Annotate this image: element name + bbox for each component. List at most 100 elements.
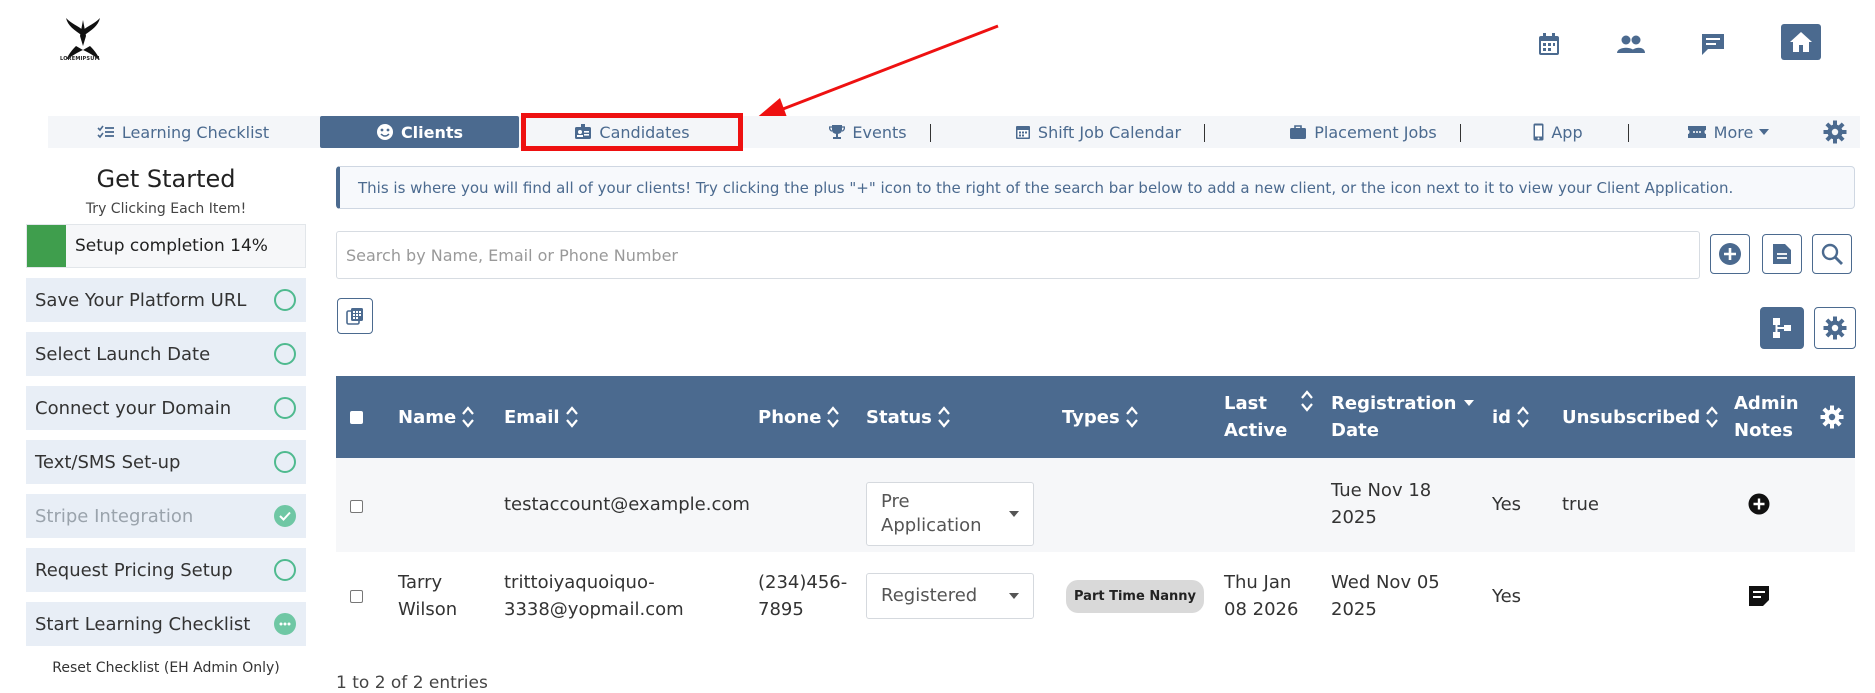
tab-label: Clients [400,122,464,142]
add-client-button[interactable] [1710,234,1750,274]
home-button[interactable] [1781,24,1821,60]
search-placeholder: Search by Name, Email or Phone Number [346,245,678,265]
cell-id: Yes [1492,585,1522,607]
plus-circle-icon [1748,493,1770,515]
column-header-email[interactable]: Email [504,376,578,458]
tab-events[interactable]: Events [778,116,958,148]
setup-progress-bar: Setup completion 14% [26,224,306,268]
sort-icon [565,406,578,428]
ellipsis-circle-icon [274,613,296,635]
row-checkbox[interactable] [350,462,363,550]
column-header-id[interactable]: id [1492,376,1529,458]
view-note-button[interactable] [1748,552,1770,640]
sort-icon [938,406,950,428]
people-icon[interactable] [1617,30,1645,58]
export-button[interactable] [337,298,373,334]
tab-divider [1460,124,1461,142]
trophy-icon [829,125,846,139]
row-checkbox[interactable] [350,552,363,640]
main-nav: Learning Checklist Clients Candidates Ev… [48,116,1860,148]
progress-fill [27,225,66,267]
status-select[interactable]: Pre Application [866,482,1034,546]
column-header-last-active[interactable]: Last Active [1224,376,1314,458]
cell-email: testaccount@example.com [504,493,750,515]
sort-icon [1301,390,1314,412]
column-label: Types [1062,406,1120,428]
client-application-button[interactable] [1762,234,1802,274]
column-label: Email [504,406,560,428]
tab-placement-jobs[interactable]: Placement Jobs [1243,116,1483,148]
gear-icon [1823,316,1847,340]
tab-label: Candidates [599,122,690,142]
briefcase-icon [1290,125,1307,139]
nav-settings-button[interactable] [1822,116,1854,148]
tab-more[interactable]: More [1668,116,1788,148]
checklist-item-connect-domain[interactable]: Connect your Domain [26,386,306,430]
checklist-item-learning[interactable]: Start Learning Checklist [26,602,306,646]
column-settings-button[interactable] [1820,376,1844,458]
empty-circle-icon [274,343,296,365]
document-icon [1773,244,1791,264]
plus-circle-icon [1719,243,1741,265]
tab-clients[interactable]: Clients [320,116,519,148]
empty-circle-icon [274,559,296,581]
add-note-button[interactable] [1748,460,1770,548]
column-header-name[interactable]: Name [398,376,475,458]
empty-circle-icon [274,397,296,419]
cell-name: Tarry Wilson [398,572,458,620]
table-row[interactable]: Tarry Wilson trittoiyaquoiquo- 3338@yopmai… [336,552,1855,646]
calendar-icon [1015,126,1030,139]
column-label: Phone [758,406,822,428]
chevron-down-icon [1009,593,1019,599]
reset-checklist-link[interactable]: Reset Checklist (EH Admin Only) [26,660,306,676]
empty-circle-icon [274,451,296,473]
checklist-item-sms-setup[interactable]: Text/SMS Set-up [26,440,306,484]
checklist-icon [97,125,114,139]
checklist-item-stripe[interactable]: Stripe Integration [26,494,306,538]
status-select[interactable]: Registered [866,573,1034,619]
tab-label: Placement Jobs [1314,122,1437,142]
checklist-item-label: Request Pricing Setup [35,559,233,581]
calendar-icon[interactable] [1535,30,1563,58]
gear-icon [1820,405,1844,429]
column-label: id [1492,406,1512,428]
tab-app[interactable]: App [1498,116,1618,148]
column-label: Name [398,406,457,428]
chevron-down-icon [1009,511,1019,517]
cell-id: Yes [1492,493,1522,515]
column-label: Unsubscribed [1562,406,1701,428]
tab-divider [1628,124,1629,142]
checklist-item-launch-date[interactable]: Select Launch Date [26,332,306,376]
sort-desc-icon [1464,400,1475,406]
note-icon [1749,586,1769,606]
hierarchy-icon [1773,318,1791,338]
tab-candidates[interactable]: Candidates [523,116,741,148]
gear-icon [1823,120,1846,144]
ticket-icon [1687,126,1706,138]
column-header-status[interactable]: Status [866,376,950,458]
type-badge: Part Time Nanny [1066,579,1204,613]
column-header-phone[interactable]: Phone [758,376,840,458]
search-input[interactable]: Search by Name, Email or Phone Number [336,231,1700,279]
column-header-types[interactable]: Types [1062,376,1138,458]
logo-text: LOREMIPSUM [60,56,100,62]
info-banner: This is where you will find all of your … [336,166,1855,209]
empty-circle-icon [274,289,296,311]
tab-learning-checklist[interactable]: Learning Checklist [48,116,318,148]
select-all-checkbox[interactable] [350,376,363,458]
table-settings-button[interactable] [1814,307,1856,349]
checklist-item-pricing[interactable]: Request Pricing Setup [26,548,306,592]
check-circle-icon [274,505,296,527]
checklist-item-label: Select Launch Date [35,343,211,365]
column-header-unsubscribed[interactable]: Unsubscribed [1562,376,1719,458]
tab-shift-job-calendar[interactable]: Shift Job Calendar [983,116,1213,148]
search-button[interactable] [1812,234,1852,274]
table-row[interactable]: testaccount@example.com Pre Application T… [336,458,1855,552]
hierarchy-view-button[interactable] [1760,307,1804,349]
column-header-admin-notes[interactable]: Admin Notes [1734,376,1799,458]
tab-label: Learning Checklist [121,122,270,142]
column-header-registration-date[interactable]: Registration Date [1331,376,1475,458]
tab-divider [1204,124,1205,142]
chat-icon[interactable] [1699,30,1727,58]
checklist-item-platform-url[interactable]: Save Your Platform URL [26,278,306,322]
